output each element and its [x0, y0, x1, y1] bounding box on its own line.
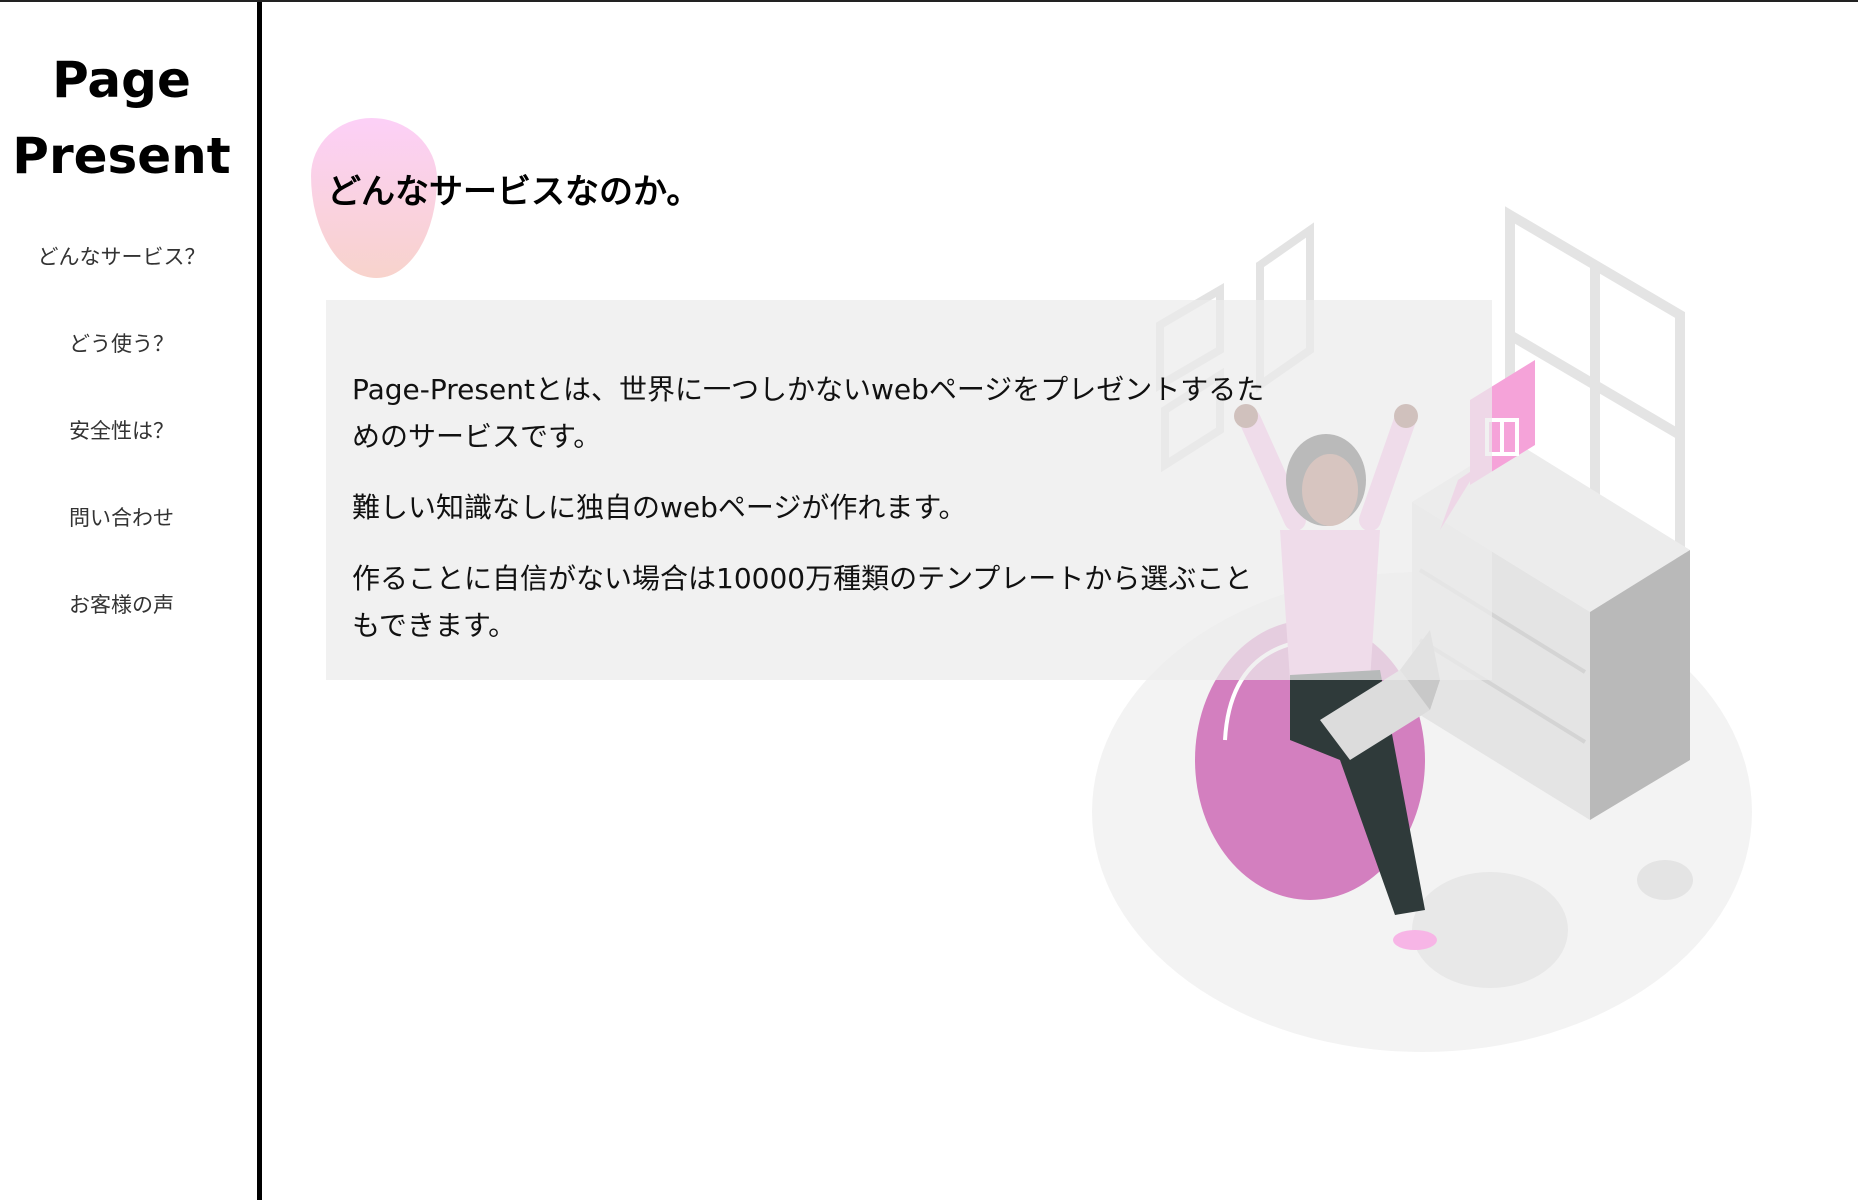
nav-item-how-to-use[interactable]: どう使う？ [0, 319, 243, 406]
section-heading: どんなサービスなのか。 [327, 172, 701, 212]
sidebar-nav: どんなサービス？ どう使う？ 安全性は？ 問い合わせ お客様の声 [0, 232, 243, 667]
site-logo[interactable]: Page Present [0, 42, 243, 194]
description-paragraph-3: 作ることに自信がない場合は10000万種類のテンプレートから選ぶこともできます。 [352, 562, 1253, 642]
logo-line-2: Present [12, 127, 231, 185]
description-panel: Page-Presentとは、世界に一つしかないwebページをプレゼントするため… [326, 300, 1492, 680]
sidebar: Page Present どんなサービス？ どう使う？ 安全性は？ 問い合わせ … [0, 2, 262, 1200]
nav-item-security[interactable]: 安全性は？ [0, 406, 243, 493]
logo-line-1: Page [52, 51, 191, 109]
nav-item-testimonials[interactable]: お客様の声 [0, 580, 243, 667]
nav-item-contact[interactable]: 問い合わせ [0, 493, 243, 580]
description-paragraph-1: Page-Presentとは、世界に一つしかないwebページをプレゼントするため… [352, 373, 1265, 453]
nav-item-service[interactable]: どんなサービス？ [0, 232, 243, 319]
description-paragraph-2: 難しい知識なしに独自のwebページが作れます。 [352, 491, 967, 524]
top-rule [0, 0, 1858, 2]
